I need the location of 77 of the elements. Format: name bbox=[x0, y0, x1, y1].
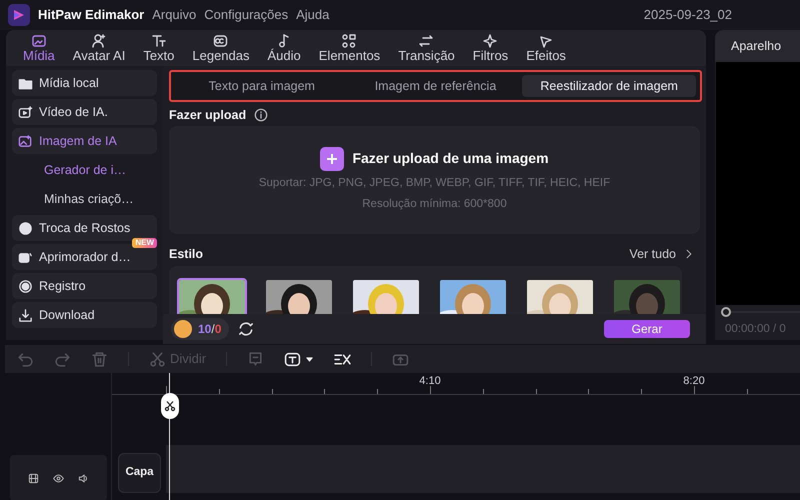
style-thumbnail[interactable] bbox=[612, 278, 682, 314]
film-icon bbox=[28, 472, 39, 484]
toolbar-tab[interactable]: Avatar AI bbox=[64, 33, 134, 63]
ruler-label: 8:20 bbox=[683, 374, 705, 389]
image-plus-icon bbox=[18, 134, 33, 148]
scissors-icon[interactable] bbox=[161, 393, 179, 419]
toolbar-tab[interactable]: Efeitos bbox=[517, 33, 575, 63]
sidebar-item[interactable]: Registro bbox=[12, 273, 157, 299]
menu-item[interactable]: Arquivo bbox=[152, 5, 196, 25]
trash-icon bbox=[91, 350, 108, 368]
slider-thumb[interactable] bbox=[721, 307, 731, 317]
plus-icon bbox=[320, 146, 344, 171]
arrows-icon bbox=[418, 33, 434, 49]
sidebar-item[interactable]: Mídia local bbox=[12, 70, 157, 96]
style-thumbnail[interactable] bbox=[351, 278, 421, 314]
redo-icon bbox=[54, 350, 71, 368]
sidebar-item[interactable]: Aprimorador d… bbox=[12, 244, 157, 270]
sidebar-subitem[interactable]: Minhas criaçõ… bbox=[12, 186, 157, 212]
scissors-icon bbox=[149, 350, 166, 368]
upload-button[interactable]: Fazer upload de uma imagem bbox=[352, 148, 549, 170]
logo-icon bbox=[8, 4, 30, 26]
toolbar-tab[interactable]: Legendas bbox=[183, 33, 259, 63]
shapes-icon bbox=[341, 33, 358, 49]
sidebar-subitem[interactable]: Gerador de i… bbox=[12, 157, 157, 183]
section-heading: Estilo bbox=[169, 246, 204, 263]
mode-tab[interactable]: Texto para imagem bbox=[175, 75, 349, 97]
menu-item[interactable]: Ajuda bbox=[296, 5, 330, 25]
toolbar-tab[interactable]: Filtros bbox=[464, 33, 518, 63]
section-heading: Fazer upload bbox=[169, 106, 246, 124]
formats-text: Suportar: JPG, PNG, JPEG, BMP, WEBP, GIF, TIFF, TIF, HEIC, HEIF bbox=[258, 176, 610, 191]
text-box-icon bbox=[284, 350, 302, 368]
generate-button[interactable]: Gerar bbox=[604, 320, 690, 338]
style-thumbnail[interactable] bbox=[177, 278, 247, 314]
project-name: 2025-09-23_02 bbox=[644, 6, 732, 24]
undo-icon bbox=[17, 350, 34, 368]
sparkle-icon bbox=[482, 33, 498, 49]
speech-bubble-icon bbox=[247, 350, 264, 368]
cover-button[interactable]: Capa bbox=[118, 453, 161, 493]
sidebar-item[interactable]: Download bbox=[12, 302, 157, 328]
ruler-label: 4:10 bbox=[419, 374, 441, 389]
toolbar-tab[interactable]: Elementos bbox=[310, 33, 390, 63]
mode-tab[interactable]: Imagem de referência bbox=[348, 75, 522, 97]
preview-title: Aparelho bbox=[715, 30, 800, 62]
person-plus-icon bbox=[91, 33, 108, 49]
menu-item[interactable]: Configurações bbox=[204, 5, 288, 25]
refresh-icon[interactable] bbox=[237, 320, 256, 338]
toolbar-tab[interactable]: Áudio bbox=[258, 33, 310, 63]
credit-count: 10/0 bbox=[198, 321, 222, 338]
image-icon bbox=[30, 33, 47, 49]
style-thumbnail[interactable] bbox=[438, 278, 508, 314]
chevron-right-icon bbox=[684, 249, 694, 259]
toolbar-tab[interactable]: Mídia bbox=[14, 33, 64, 63]
record-icon bbox=[18, 278, 33, 294]
coin-icon bbox=[174, 320, 192, 338]
eye-icon bbox=[53, 472, 64, 484]
upload-area[interactable]: Fazer upload de uma imagem Suportar: JPG, PNG, JPEG, BMP, WEBP, GIF, TIFF, TIF, HEIC, HEIF Resolução mínima: 600*800 bbox=[169, 126, 700, 234]
style-thumbnail[interactable] bbox=[525, 278, 595, 314]
text-icon bbox=[150, 33, 167, 49]
playback-time: 00:00:00 / 0 bbox=[724, 322, 787, 337]
caret-down-icon bbox=[305, 354, 314, 364]
style-thumbnail[interactable] bbox=[264, 278, 334, 314]
captions-icon bbox=[212, 33, 229, 49]
toolbar-tab[interactable]: Transição bbox=[389, 33, 464, 63]
info-icon bbox=[254, 108, 268, 122]
new-badge: NEW bbox=[132, 238, 157, 248]
speaker-icon bbox=[78, 472, 89, 484]
see-all-link[interactable]: Ver tudo bbox=[629, 244, 694, 264]
download-icon bbox=[18, 308, 33, 322]
text-button[interactable] bbox=[284, 350, 314, 368]
sidebar-item[interactable]: Imagem de IA bbox=[12, 128, 157, 154]
video-plus-icon bbox=[18, 104, 33, 120]
toolbar-tab[interactable]: Texto bbox=[134, 33, 184, 63]
sidebar-item[interactable]: Vídeo de IA. bbox=[12, 99, 157, 125]
app-title: HitPaw Edimakor bbox=[38, 6, 144, 24]
sidebar-item[interactable]: Troca de Rostos bbox=[12, 215, 157, 241]
mode-tab[interactable]: Reestilizador de imagem bbox=[522, 75, 696, 97]
resolution-text: Resolução mínima: 600*800 bbox=[362, 197, 507, 212]
